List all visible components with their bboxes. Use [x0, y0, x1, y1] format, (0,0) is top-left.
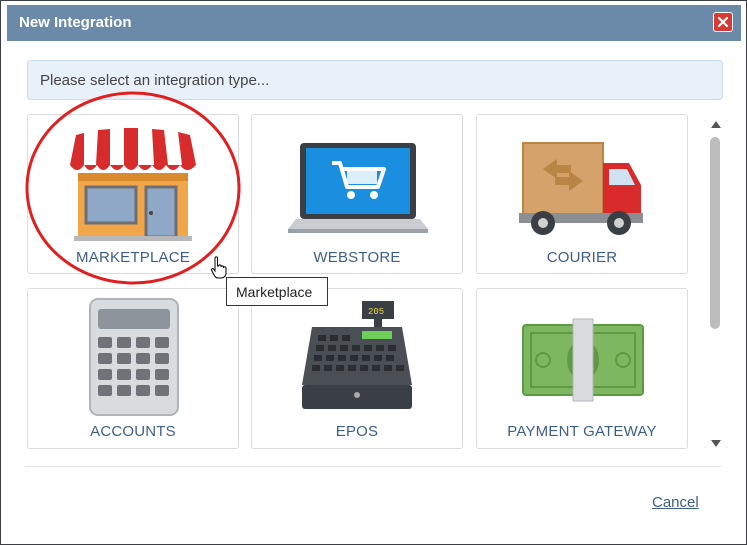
cancel-link[interactable]: Cancel [652, 494, 699, 511]
new-integration-dialog: New Integration Please select an integra… [0, 0, 747, 545]
dialog-title: New Integration [19, 14, 132, 31]
tiles-scrollbar[interactable] [705, 117, 725, 453]
tooltip: Marketplace [226, 277, 328, 306]
tile-label: COURIER [546, 249, 618, 266]
footer-divider [25, 466, 721, 467]
scroll-up-icon[interactable] [710, 119, 722, 129]
tile-epos[interactable]: 205 EPOS [251, 288, 463, 449]
money-icon [522, 318, 644, 402]
tile-webstore[interactable]: WEBSTORE [251, 114, 463, 274]
tile-accounts[interactable]: ACCOUNTS [27, 288, 239, 449]
tile-courier[interactable]: COURIER [476, 114, 688, 274]
shop-icon [70, 128, 196, 241]
scroll-down-icon[interactable] [710, 439, 722, 449]
calculator-icon [89, 298, 179, 416]
cash-register-icon: 205 [302, 301, 412, 409]
integration-type-prompt: Please select an integration type... [27, 60, 723, 100]
register-display: 205 [368, 307, 384, 317]
laptop-cart-icon [288, 143, 428, 233]
tile-label: ACCOUNTS [90, 423, 176, 440]
tile-label: MARKETPLACE [76, 249, 190, 266]
tile-payment-gateway[interactable]: PAYMENT GATEWAY [476, 288, 688, 449]
tile-marketplace[interactable]: MARKETPLACE [27, 114, 239, 274]
tile-label: WEBSTORE [313, 249, 401, 266]
tile-label: PAYMENT GATEWAY [507, 423, 657, 440]
close-button[interactable] [713, 12, 733, 32]
scroll-thumb[interactable] [710, 137, 720, 329]
dialog-titlebar: New Integration [7, 5, 741, 41]
tile-label: EPOS [335, 423, 379, 440]
truck-icon [519, 142, 643, 235]
close-icon [717, 16, 729, 28]
